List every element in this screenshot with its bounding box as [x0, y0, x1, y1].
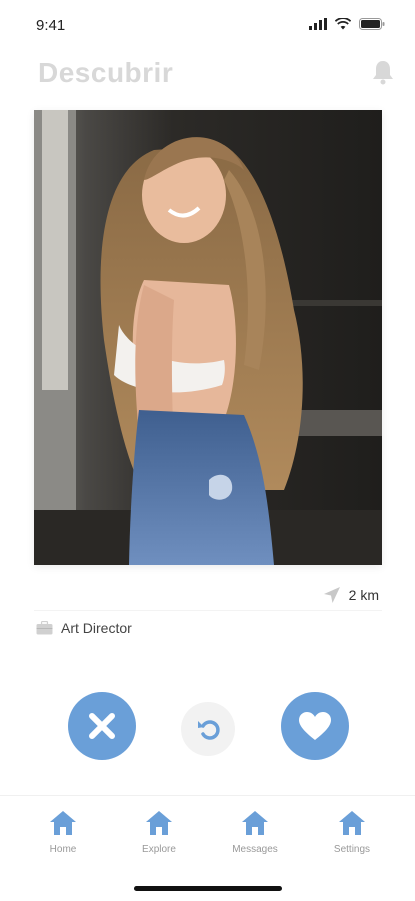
tab-label: Messages	[232, 844, 278, 855]
job-info: Art Director	[36, 620, 132, 636]
status-bar: 9:41	[0, 0, 415, 50]
tab-label: Explore	[142, 844, 176, 855]
tab-explore[interactable]: Explore	[119, 810, 199, 855]
wifi-icon	[335, 18, 351, 30]
battery-icon	[359, 18, 385, 30]
tab-home[interactable]: Home	[23, 810, 103, 855]
distance-label: 2 km	[348, 587, 379, 603]
home-icon	[50, 811, 76, 835]
distance-info: 2 km	[323, 586, 379, 604]
nope-button[interactable]	[68, 692, 136, 760]
profile-photo[interactable]	[34, 110, 382, 565]
divider	[34, 610, 382, 611]
home-icon	[242, 811, 268, 835]
location-arrow-icon	[323, 587, 340, 603]
header: Descubrir	[0, 55, 415, 95]
like-button[interactable]	[281, 692, 349, 760]
undo-icon	[198, 720, 220, 740]
tab-label: Home	[49, 844, 77, 855]
page-title: Descubrir	[38, 57, 174, 88]
tab-messages[interactable]: Messages	[215, 810, 295, 855]
action-buttons	[0, 692, 415, 762]
close-icon	[89, 713, 115, 739]
undo-button[interactable]	[181, 702, 235, 756]
status-icons	[309, 18, 385, 30]
signal-icon	[309, 18, 327, 30]
home-icon	[339, 811, 365, 835]
briefcase-icon	[36, 621, 53, 635]
status-time: 9:41	[36, 17, 66, 34]
tab-label: Settings	[333, 844, 371, 855]
tab-settings[interactable]: Settings	[312, 810, 392, 855]
home-icon	[146, 811, 172, 835]
bell-icon[interactable]	[371, 59, 395, 85]
heart-icon	[299, 712, 331, 740]
profile-photo-image	[34, 110, 382, 565]
home-indicator[interactable]	[134, 886, 282, 891]
job-title: Art Director	[61, 620, 132, 636]
